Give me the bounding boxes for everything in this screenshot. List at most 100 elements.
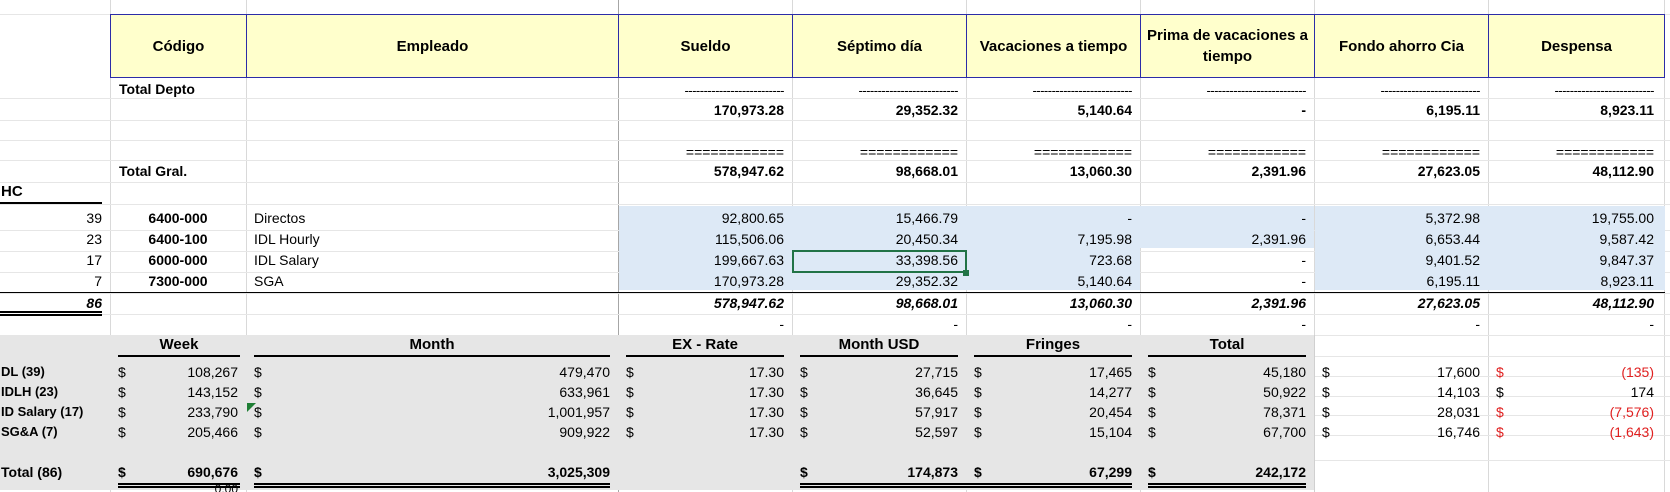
currency-symbol[interactable]: $ <box>254 422 268 442</box>
currency-symbol[interactable]: $ <box>1322 402 1336 422</box>
summary-rate[interactable]: 17.30 <box>640 422 784 442</box>
summary-total[interactable]: 78,371 <box>1162 402 1306 422</box>
summary-header-fringes[interactable]: Fringes <box>974 335 1132 355</box>
total-depto-septimo[interactable]: 29,352.32 <box>792 100 958 120</box>
dept-code[interactable]: 6400-100 <box>110 229 246 249</box>
dept-total-septimo[interactable]: 98,668.01 <box>792 293 958 313</box>
header-despensa[interactable]: Despensa <box>1488 14 1665 78</box>
summary-usd[interactable]: 57,917 <box>814 402 958 422</box>
dept-vacaciones[interactable]: 5,140.64 <box>966 271 1133 291</box>
dept-vacaciones[interactable]: 7,195.98 <box>966 229 1133 249</box>
summary-diff[interactable]: (7,576) <box>1510 402 1654 422</box>
summary-extra[interactable]: 14,103 <box>1336 382 1480 402</box>
summary-month[interactable]: 479,470 <box>270 362 610 382</box>
summary-total[interactable]: 50,922 <box>1162 382 1306 402</box>
dept-prima[interactable]: 2,391.96 <box>1140 229 1307 249</box>
summary-rate[interactable]: 17.30 <box>640 402 784 422</box>
dept-fondo[interactable]: 9,401.52 <box>1314 250 1481 270</box>
summary-header-total[interactable]: Total <box>1148 335 1306 355</box>
summary-extra[interactable]: 16,746 <box>1336 422 1480 442</box>
currency-symbol[interactable]: $ <box>1148 462 1162 482</box>
summary-week[interactable]: 233,790 <box>130 402 238 422</box>
summary-rate[interactable]: 17.30 <box>640 382 784 402</box>
equals-line[interactable]: ============ <box>792 142 958 162</box>
dept-code[interactable]: 7300-000 <box>110 271 246 291</box>
partial-value[interactable]: 0.00 <box>130 482 238 492</box>
hc-label[interactable]: HC <box>1 182 81 202</box>
check-dash[interactable]: - <box>618 314 784 334</box>
hc-count[interactable]: 7 <box>0 271 102 291</box>
header-codigo[interactable]: Código <box>110 14 247 78</box>
total-depto-vacaciones[interactable]: 5,140.64 <box>966 100 1133 120</box>
summary-row-label[interactable]: DL (39) <box>1 362 109 382</box>
dept-name[interactable]: SGA <box>254 271 454 291</box>
currency-symbol[interactable]: $ <box>974 402 988 422</box>
currency-symbol[interactable]: $ <box>626 422 640 442</box>
currency-symbol[interactable]: $ <box>1496 382 1510 402</box>
currency-symbol[interactable]: $ <box>1148 382 1162 402</box>
dash-line[interactable]: -------------------------- <box>792 81 958 101</box>
equals-line[interactable]: ============ <box>1488 142 1654 162</box>
currency-symbol[interactable]: $ <box>974 382 988 402</box>
dept-despensa[interactable]: 9,587.42 <box>1488 229 1655 249</box>
summary-row-label[interactable]: SG&A (7) <box>1 422 109 442</box>
dept-septimo[interactable]: 29,352.32 <box>792 271 958 291</box>
dept-total-prima[interactable]: 2,391.96 <box>1140 293 1307 313</box>
dept-total-fondo[interactable]: 27,623.05 <box>1314 293 1480 313</box>
dept-septimo[interactable]: 15,466.79 <box>792 208 958 228</box>
dept-septimo[interactable]: 20,450.34 <box>792 229 958 249</box>
summary-fringes[interactable]: 17,465 <box>988 362 1132 382</box>
dept-name[interactable]: IDL Salary <box>254 250 454 270</box>
summary-month[interactable]: 909,922 <box>270 422 610 442</box>
currency-symbol[interactable]: $ <box>1322 362 1336 382</box>
summary-header-ex-rate[interactable]: EX - Rate <box>626 335 784 355</box>
currency-symbol[interactable]: $ <box>1496 402 1510 422</box>
dept-prima[interactable]: - <box>1140 250 1306 270</box>
dept-name[interactable]: IDL Hourly <box>254 229 454 249</box>
summary-diff[interactable]: (1,643) <box>1510 422 1654 442</box>
currency-symbol[interactable]: $ <box>1148 362 1162 382</box>
currency-symbol[interactable]: $ <box>254 382 268 402</box>
total-depto-fondo[interactable]: 6,195.11 <box>1314 100 1480 120</box>
dept-despensa[interactable]: 8,923.11 <box>1488 271 1654 291</box>
summary-total-usd[interactable]: 174,873 <box>814 462 958 482</box>
summary-fringes[interactable]: 14,277 <box>988 382 1132 402</box>
hc-count[interactable]: 23 <box>0 229 102 249</box>
dash-line[interactable]: -------------------------- <box>1314 81 1480 101</box>
check-dash[interactable]: - <box>966 314 1132 334</box>
total-depto-label[interactable]: Total Depto <box>119 79 239 99</box>
summary-row-label[interactable]: IDLH (23) <box>1 382 109 402</box>
currency-symbol[interactable]: $ <box>254 362 268 382</box>
total-gral-prima[interactable]: 2,391.96 <box>1140 161 1307 181</box>
currency-symbol[interactable]: $ <box>800 382 814 402</box>
summary-usd[interactable]: 36,645 <box>814 382 958 402</box>
summary-header-month[interactable]: Month <box>254 335 610 355</box>
dash-line[interactable]: -------------------------- <box>966 81 1132 101</box>
dept-despensa[interactable]: 19,755.00 <box>1488 208 1654 228</box>
dept-sueldo[interactable]: 115,506.06 <box>618 229 784 249</box>
currency-symbol[interactable]: $ <box>254 462 268 482</box>
summary-diff[interactable]: 174 <box>1510 382 1654 402</box>
total-depto-prima[interactable]: - <box>1140 100 1306 120</box>
currency-symbol[interactable]: $ <box>626 362 640 382</box>
dept-fondo[interactable]: 5,372.98 <box>1314 208 1481 228</box>
dept-code[interactable]: 6400-000 <box>110 208 246 228</box>
check-dash[interactable]: - <box>1314 314 1480 334</box>
equals-line[interactable]: ============ <box>966 142 1132 162</box>
currency-symbol[interactable]: $ <box>626 402 640 422</box>
currency-symbol[interactable]: $ <box>626 382 640 402</box>
check-dash[interactable]: - <box>1140 314 1306 334</box>
total-gral-septimo[interactable]: 98,668.01 <box>792 161 958 181</box>
summary-header-week[interactable]: Week <box>118 335 240 355</box>
currency-symbol[interactable]: $ <box>1496 362 1510 382</box>
total-gral-sueldo[interactable]: 578,947.62 <box>618 161 784 181</box>
summary-month[interactable]: 1,001,957 <box>270 402 610 422</box>
total-gral-vacaciones[interactable]: 13,060.30 <box>966 161 1132 181</box>
dept-total-hc[interactable]: 86 <box>0 293 102 313</box>
dept-vacaciones[interactable]: 723.68 <box>966 250 1132 270</box>
dept-code[interactable]: 6000-000 <box>110 250 246 270</box>
currency-symbol[interactable]: $ <box>254 402 268 422</box>
currency-symbol[interactable]: $ <box>800 402 814 422</box>
dept-sueldo[interactable]: 199,667.63 <box>618 250 784 270</box>
currency-symbol[interactable]: $ <box>974 462 988 482</box>
